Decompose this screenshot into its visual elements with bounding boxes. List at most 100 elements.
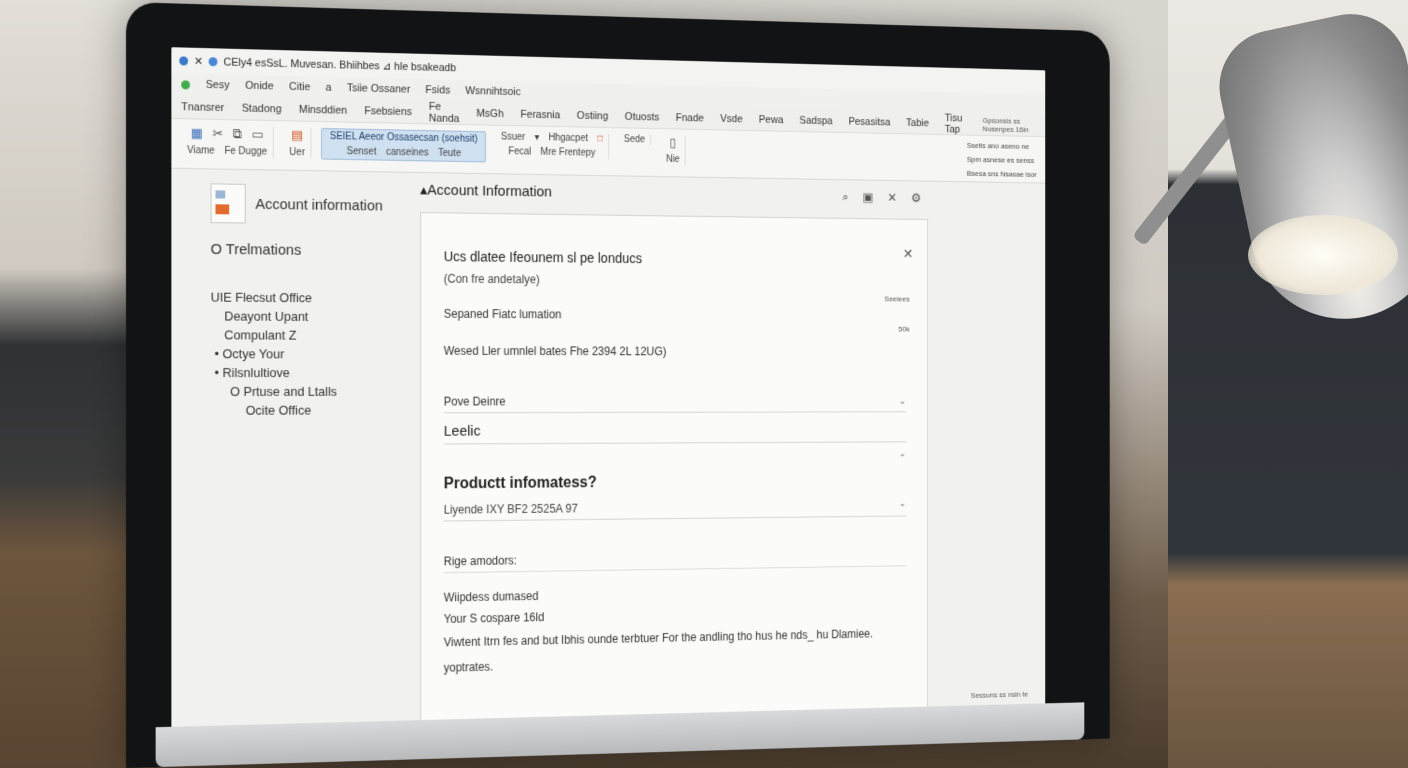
menu-item[interactable]: a: [326, 82, 332, 94]
menu-item[interactable]: Tsiie Ossaner: [347, 82, 410, 95]
tab-item[interactable]: Fnade: [676, 112, 704, 124]
ribbon-label: canseines: [386, 147, 429, 159]
nav-item[interactable]: Deayont Upant: [211, 307, 394, 327]
ribbon-label: Mre Frentepy: [540, 147, 595, 159]
page-title: ▴Account Information: [420, 181, 552, 201]
tabs-right-note: Gpsonsis ss Nosenpes 16ln: [983, 116, 1037, 134]
desk-lamp-glow: [1248, 215, 1398, 295]
account-title: Account information: [255, 195, 382, 214]
radio-icon: O: [230, 384, 243, 399]
nav-item[interactable]: Compulant Z: [211, 325, 394, 344]
menu-item[interactable]: Sesy: [206, 79, 230, 91]
tab-item[interactable]: Sadspa: [799, 115, 832, 127]
ribbon-group-view: ▦ ✂ ⧉ ▭ Viame Fe Dugge: [181, 125, 274, 158]
tab-item[interactable]: Pesasitsa: [848, 116, 890, 128]
ribbon-label: Teute: [438, 148, 461, 159]
dropdown-arrow-icon[interactable]: ▾: [535, 132, 540, 143]
nav-item[interactable]: Ocite Office: [211, 401, 394, 420]
ribbon-label[interactable]: Hhgacpet: [548, 133, 588, 144]
screen: ✕ CEly4 esSsL. Muvesan. Bhiihbes ⊿ hle b…: [171, 47, 1045, 737]
tab-item[interactable]: Tnansrer: [181, 101, 224, 114]
paste-icon[interactable]: ▭: [252, 127, 264, 143]
status-bar: Sessuns ss nsin te: [971, 690, 1028, 700]
product-title: Productt infomatess?: [444, 472, 907, 493]
ribbon-label[interactable]: Sede: [624, 134, 645, 145]
weekly-line: Wesed Ller umnlel bates Fhe 2394 2L 12UG…: [444, 344, 907, 359]
square-icon[interactable]: □: [597, 134, 603, 145]
chevron-down-icon[interactable]: ⌄: [899, 499, 906, 512]
section-label: Rige amodors:: [444, 548, 907, 573]
ribbon-label[interactable]: Ssuer: [501, 132, 525, 143]
card-subtitle: (Con fre andetalye): [444, 272, 907, 289]
ribbon-group-format: Ssuer ▾ Hhgacpet □ Fecal Mre Frentepy: [495, 132, 609, 159]
tab-item[interactable]: Otuosts: [625, 111, 660, 123]
side-note: Seeiees: [884, 295, 909, 304]
bullet-icon: •: [215, 365, 223, 380]
nav-item[interactable]: UIE Flecsut Office: [211, 288, 394, 308]
tab-item[interactable]: Fsebsiens: [364, 105, 412, 118]
monitor: ✕ CEly4 esSsL. Muvesan. Bhiihbes ⊿ hle b…: [126, 2, 1110, 768]
content-area: Account information O Trelmations UIE Fl…: [171, 169, 1045, 727]
radio-icon: O: [211, 241, 226, 258]
select-value[interactable]: Leelic: [444, 422, 907, 445]
document-thumbnail-icon: [211, 183, 246, 223]
copy-icon[interactable]: ⧉: [233, 126, 242, 142]
search-icon[interactable]: ⌕: [842, 190, 848, 205]
ribbon-label: Viame: [187, 145, 215, 156]
tab-item[interactable]: Fe Nanda: [429, 100, 460, 124]
menu-item[interactable]: Wsnnihtsoic: [465, 85, 520, 98]
close-icon[interactable]: ✕: [887, 190, 897, 205]
product-field[interactable]: Liyende IXY BF2 2525A 97 ⌄: [444, 499, 907, 522]
menu-item[interactable]: Onide: [245, 80, 273, 93]
close-icon[interactable]: ✕: [903, 246, 913, 262]
tab-item[interactable]: Pewa: [759, 114, 784, 126]
side-note: 50k: [898, 325, 909, 334]
detail-line: Your S cospare 16ld: [444, 604, 907, 626]
tab-item[interactable]: MsGh: [476, 107, 503, 119]
ribbon-label: Senset: [347, 146, 377, 157]
ribbon-label: Fe Dugge: [224, 146, 267, 158]
chevron-down-icon[interactable]: ⌄: [899, 449, 906, 459]
window-title: CEly4 esSsL. Muvesan. Bhiihbes ⊿ hle bsa…: [224, 55, 456, 74]
main-toolbar: ⌕ ▣ ✕ ⚙: [842, 190, 921, 206]
tab-item[interactable]: Minsddien: [299, 103, 347, 116]
green-status-icon: [181, 80, 190, 89]
nav-list: UIE Flecsut Office Deayont Upant Compula…: [211, 288, 394, 420]
tab-item[interactable]: Stadong: [242, 102, 282, 115]
select-field[interactable]: Pove Deinre ⌄: [444, 394, 907, 413]
detail-line: Viwtent Itrn fes and but Ibhis ounde ter…: [444, 626, 907, 649]
tab-item[interactable]: Ostiing: [577, 110, 608, 122]
menu-item[interactable]: Citie: [289, 81, 310, 93]
highlight-top-label: SEIEL Aeeor Ossasecsan (soehsit): [330, 131, 478, 145]
separated-label: Sepaned Fiatc lumation: [444, 307, 907, 323]
tab-item[interactable]: Ferasnia: [521, 108, 561, 120]
tab-item[interactable]: Tabie: [906, 117, 929, 129]
close-icon[interactable]: ✕: [194, 54, 203, 67]
document-icon[interactable]: ▤: [291, 127, 303, 143]
menu-item[interactable]: Fsids: [425, 84, 450, 96]
page-icon[interactable]: ▯: [670, 135, 676, 150]
detail-line: yoptrates.: [444, 651, 907, 675]
ribbon-group-selected[interactable]: SEIEL Aeeor Ossasecsan (soehsit) Senset …: [321, 128, 486, 162]
gear-icon[interactable]: ⚙: [911, 191, 921, 206]
cut-icon[interactable]: ✂: [212, 126, 223, 142]
nav-heading[interactable]: O Trelmations: [211, 241, 394, 260]
ribbon-label: Uer: [289, 147, 305, 158]
nav-item[interactable]: • Rilsnlultiove: [211, 363, 394, 382]
tab-item[interactable]: Tisu Tap: [945, 112, 968, 135]
caret-up-icon: ▴: [420, 182, 427, 199]
account-header[interactable]: Account information: [211, 183, 394, 225]
view-icon[interactable]: ▦: [191, 125, 203, 141]
product-value: Liyende IXY BF2 2525A 97: [444, 502, 578, 517]
ribbon-group-side: Sede: [618, 134, 651, 145]
tab-item[interactable]: Vsde: [720, 113, 743, 125]
frame-icon[interactable]: ▣: [863, 190, 874, 205]
ribbon-right-line: Spm asnese es senss: [967, 155, 1037, 165]
left-pane: Account information O Trelmations UIE Fl…: [171, 169, 393, 727]
nav-item[interactable]: O Prtuse and Ltalls: [211, 382, 394, 401]
status-icon: [209, 57, 218, 66]
ribbon-right-line: Bsesa sns Nsasae isor: [967, 169, 1037, 179]
detail-line: Wiipdess dumased: [444, 583, 907, 604]
chevron-down-icon[interactable]: ⌄: [899, 396, 906, 406]
nav-item[interactable]: • Octye Your: [211, 344, 394, 363]
